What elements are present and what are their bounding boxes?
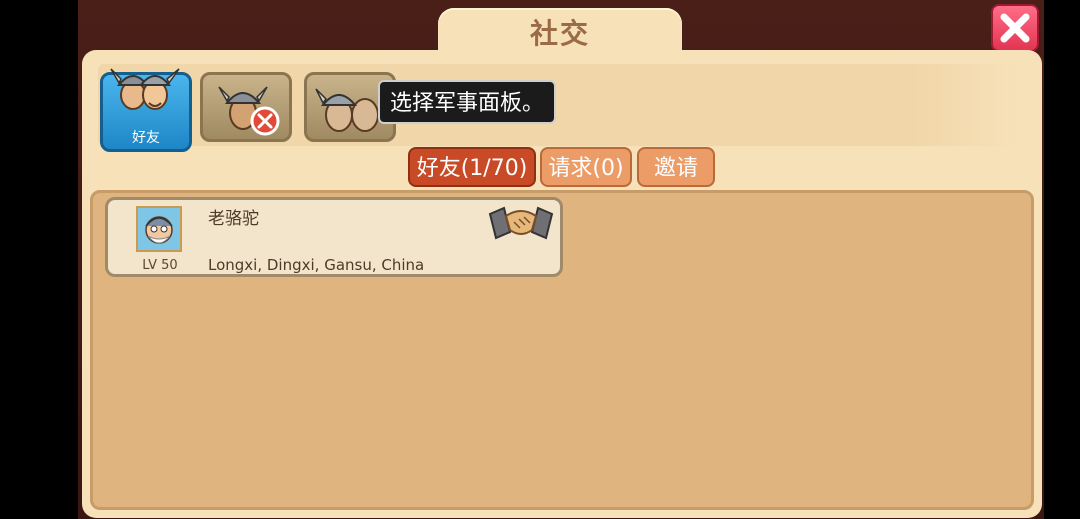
avatar [136,206,182,252]
friends-vikings-icon [110,68,180,110]
blocked-viking-icon [218,86,280,136]
social-panel: 好友 选择军事面板。 好友(1/70) 请求(0) 邀请 LV 50 老骆驼 L… [82,50,1042,518]
friends-list[interactable]: LV 50 老骆驼 Longxi, Dingxi, Gansu, China [90,190,1034,510]
close-x-icon [1000,13,1030,43]
tooltip: 选择军事面板。 [378,80,557,124]
subtab-invite[interactable]: 邀请 [637,147,715,187]
subtab-friends[interactable]: 好友(1/70) [408,147,536,187]
friend-level: LV 50 [142,258,178,273]
close-button[interactable] [991,4,1039,52]
tab-blocked[interactable] [200,72,292,142]
subtab-requests[interactable]: 请求(0) [540,147,632,187]
tab-friends-label: 好友 [132,130,160,146]
friend-name: 老骆驼 [208,209,259,229]
handshake-icon[interactable] [486,202,556,244]
tab-friends[interactable]: 好友 [100,68,192,152]
game-screen: 社交 好友 选择军事面板。 好友(1/70) 请求(0) 邀请 LV 50 老骆… [78,0,1044,519]
list-item[interactable]: LV 50 老骆驼 Longxi, Dingxi, Gansu, China [105,197,563,277]
friend-location: Longxi, Dingxi, Gansu, China [208,256,425,274]
